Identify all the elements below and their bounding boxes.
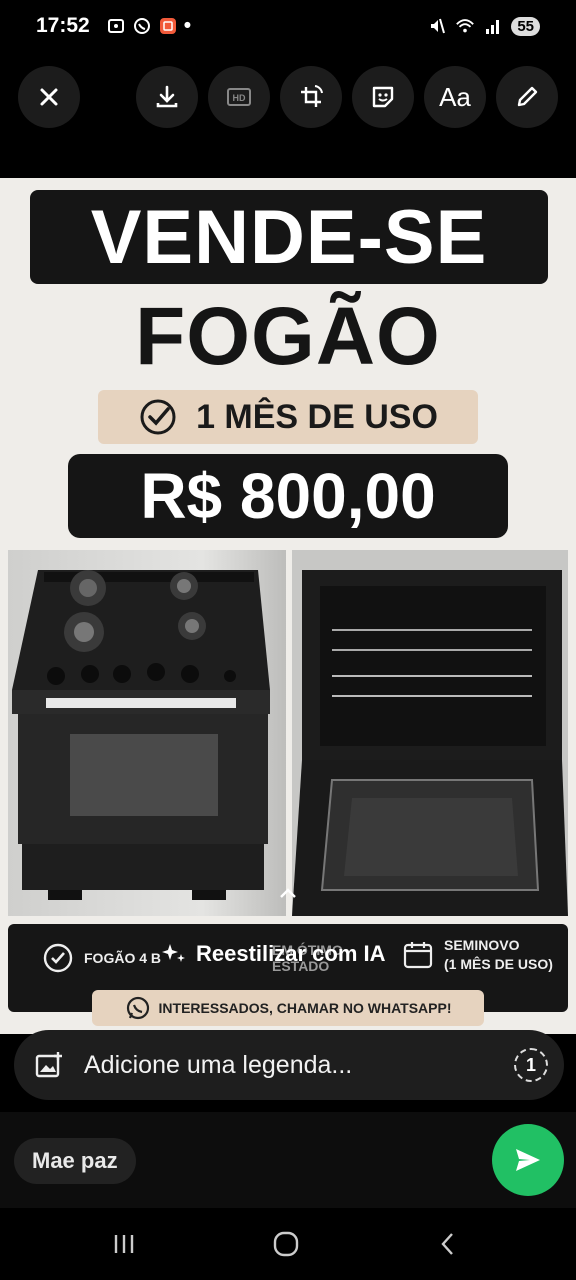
status-right: 55 bbox=[427, 16, 540, 36]
oven-open-photo bbox=[292, 550, 568, 916]
svg-text:HD: HD bbox=[233, 93, 246, 103]
caption-placeholder: Adicione uma legenda... bbox=[84, 1050, 353, 1079]
system-nav-bar bbox=[0, 1208, 576, 1280]
pencil-icon bbox=[517, 86, 538, 107]
title-line1: VENDE-SE bbox=[90, 194, 488, 280]
oven-illustration bbox=[292, 550, 568, 916]
download-icon bbox=[156, 85, 178, 108]
sparkle-icon bbox=[162, 944, 185, 962]
text-tool-label: Aa bbox=[439, 81, 471, 112]
download-button[interactable] bbox=[136, 66, 198, 128]
home-icon bbox=[273, 1231, 299, 1257]
crop-rotate-icon bbox=[301, 85, 323, 107]
status-notification-icons: • bbox=[106, 14, 191, 38]
close-button[interactable] bbox=[18, 66, 80, 128]
editor-toolbar: HD Aa bbox=[0, 66, 576, 130]
price-label: R$ 800,00 bbox=[140, 460, 436, 532]
stove-photo bbox=[8, 550, 286, 916]
recipient-name: Mae paz bbox=[32, 1148, 118, 1173]
info-stove: FOGÃO 4 B bbox=[42, 942, 161, 974]
info-seminovo-line2: (1 MÊS DE USO) bbox=[444, 956, 553, 972]
restyle-ai-label: Reestilizar com IA bbox=[196, 941, 386, 966]
info-seminovo: SEMINOVO (1 MÊS DE USO) bbox=[402, 936, 553, 974]
app-notification-icon bbox=[158, 16, 178, 36]
status-left: 17:52 • bbox=[36, 14, 191, 38]
whatsapp-notification-icon bbox=[132, 16, 152, 36]
home-button[interactable] bbox=[266, 1226, 306, 1262]
send-area: Mae paz bbox=[0, 1112, 576, 1208]
status-bar: 17:52 • 55 bbox=[0, 0, 576, 52]
calendar-icon bbox=[403, 942, 433, 969]
crop-rotate-button[interactable] bbox=[280, 66, 342, 128]
screenshot-icon bbox=[106, 16, 126, 36]
contact-pill: INTERESSADOS, CHAMAR NO WHATSAPP! bbox=[92, 990, 484, 1026]
recipient-chip[interactable]: Mae paz bbox=[14, 1138, 136, 1184]
recent-apps-icon bbox=[114, 1235, 134, 1253]
usage-pill: 1 MÊS DE USO bbox=[98, 390, 478, 444]
check-circle-icon bbox=[140, 399, 176, 435]
add-media-icon[interactable] bbox=[34, 1050, 64, 1080]
send-icon bbox=[516, 1149, 540, 1171]
stove-illustration bbox=[12, 570, 270, 900]
send-button[interactable] bbox=[492, 1124, 564, 1196]
wifi-icon bbox=[455, 16, 475, 36]
sticker-button[interactable] bbox=[352, 66, 414, 128]
signal-icon bbox=[483, 16, 503, 36]
back-icon bbox=[441, 1233, 453, 1255]
status-dot: • bbox=[183, 14, 192, 37]
chevron-up-icon[interactable] bbox=[278, 886, 298, 898]
usage-label: 1 MÊS DE USO bbox=[196, 397, 438, 436]
info-stove-label: FOGÃO 4 B bbox=[84, 950, 162, 966]
draw-button[interactable] bbox=[496, 66, 558, 128]
hd-quality-button[interactable]: HD bbox=[208, 66, 270, 128]
contact-label: INTERESSADOS, CHAMAR NO WHATSAPP! bbox=[158, 1000, 452, 1016]
media-preview[interactable]: VENDE-SE FOGÃO 1 MÊS DE USO R$ 800,00 FO… bbox=[0, 178, 576, 1034]
title-line2: FOGÃO bbox=[135, 291, 441, 382]
battery-indicator: 55 bbox=[511, 16, 540, 36]
title-box: VENDE-SE bbox=[30, 190, 548, 284]
whatsapp-icon bbox=[126, 996, 149, 1020]
status-time: 17:52 bbox=[36, 14, 90, 37]
caption-input[interactable]: Adicione uma legenda... 1 bbox=[14, 1030, 564, 1100]
restyle-ai-button[interactable]: Reestilizar com IA bbox=[160, 940, 386, 968]
back-button[interactable] bbox=[428, 1226, 468, 1262]
info-seminovo-line1: SEMINOVO bbox=[444, 937, 520, 953]
check-circle-icon bbox=[43, 943, 73, 973]
mute-icon bbox=[427, 16, 447, 36]
view-once-button[interactable]: 1 bbox=[514, 1048, 548, 1082]
close-icon bbox=[40, 88, 58, 106]
recent-apps-button[interactable] bbox=[104, 1226, 144, 1262]
price-box: R$ 800,00 bbox=[68, 454, 508, 538]
hd-icon: HD bbox=[227, 88, 251, 106]
sticker-icon bbox=[372, 86, 394, 108]
text-tool-button[interactable]: Aa bbox=[424, 66, 486, 128]
view-once-label: 1 bbox=[525, 1054, 536, 1075]
